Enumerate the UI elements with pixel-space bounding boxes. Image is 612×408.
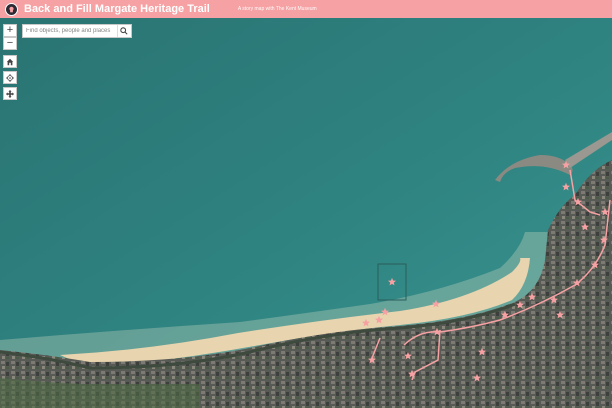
app-title: Back and Fill Margate Heritage Trail xyxy=(24,3,210,15)
satellite-map[interactable] xyxy=(0,18,612,408)
app-header: Back and Fill Margate Heritage Trail A s… xyxy=(0,0,612,18)
home-button[interactable] xyxy=(3,55,17,68)
search-icon xyxy=(120,27,129,35)
zoom-out-button[interactable]: − xyxy=(3,37,17,50)
locate-button[interactable] xyxy=(3,71,17,84)
map-controls: + − xyxy=(3,24,17,100)
pan-button[interactable] xyxy=(3,87,17,100)
logo[interactable] xyxy=(5,2,18,16)
search-input[interactable] xyxy=(23,25,117,37)
search-bar xyxy=(22,24,132,38)
home-icon xyxy=(6,58,14,65)
locate-icon xyxy=(6,73,14,82)
search-button[interactable] xyxy=(116,25,131,37)
mascot-icon xyxy=(9,6,14,12)
pan-icon xyxy=(6,89,14,98)
app-subtitle[interactable]: A story map with The Kent Museum xyxy=(238,6,317,12)
zoom-in-button[interactable]: + xyxy=(3,24,17,37)
